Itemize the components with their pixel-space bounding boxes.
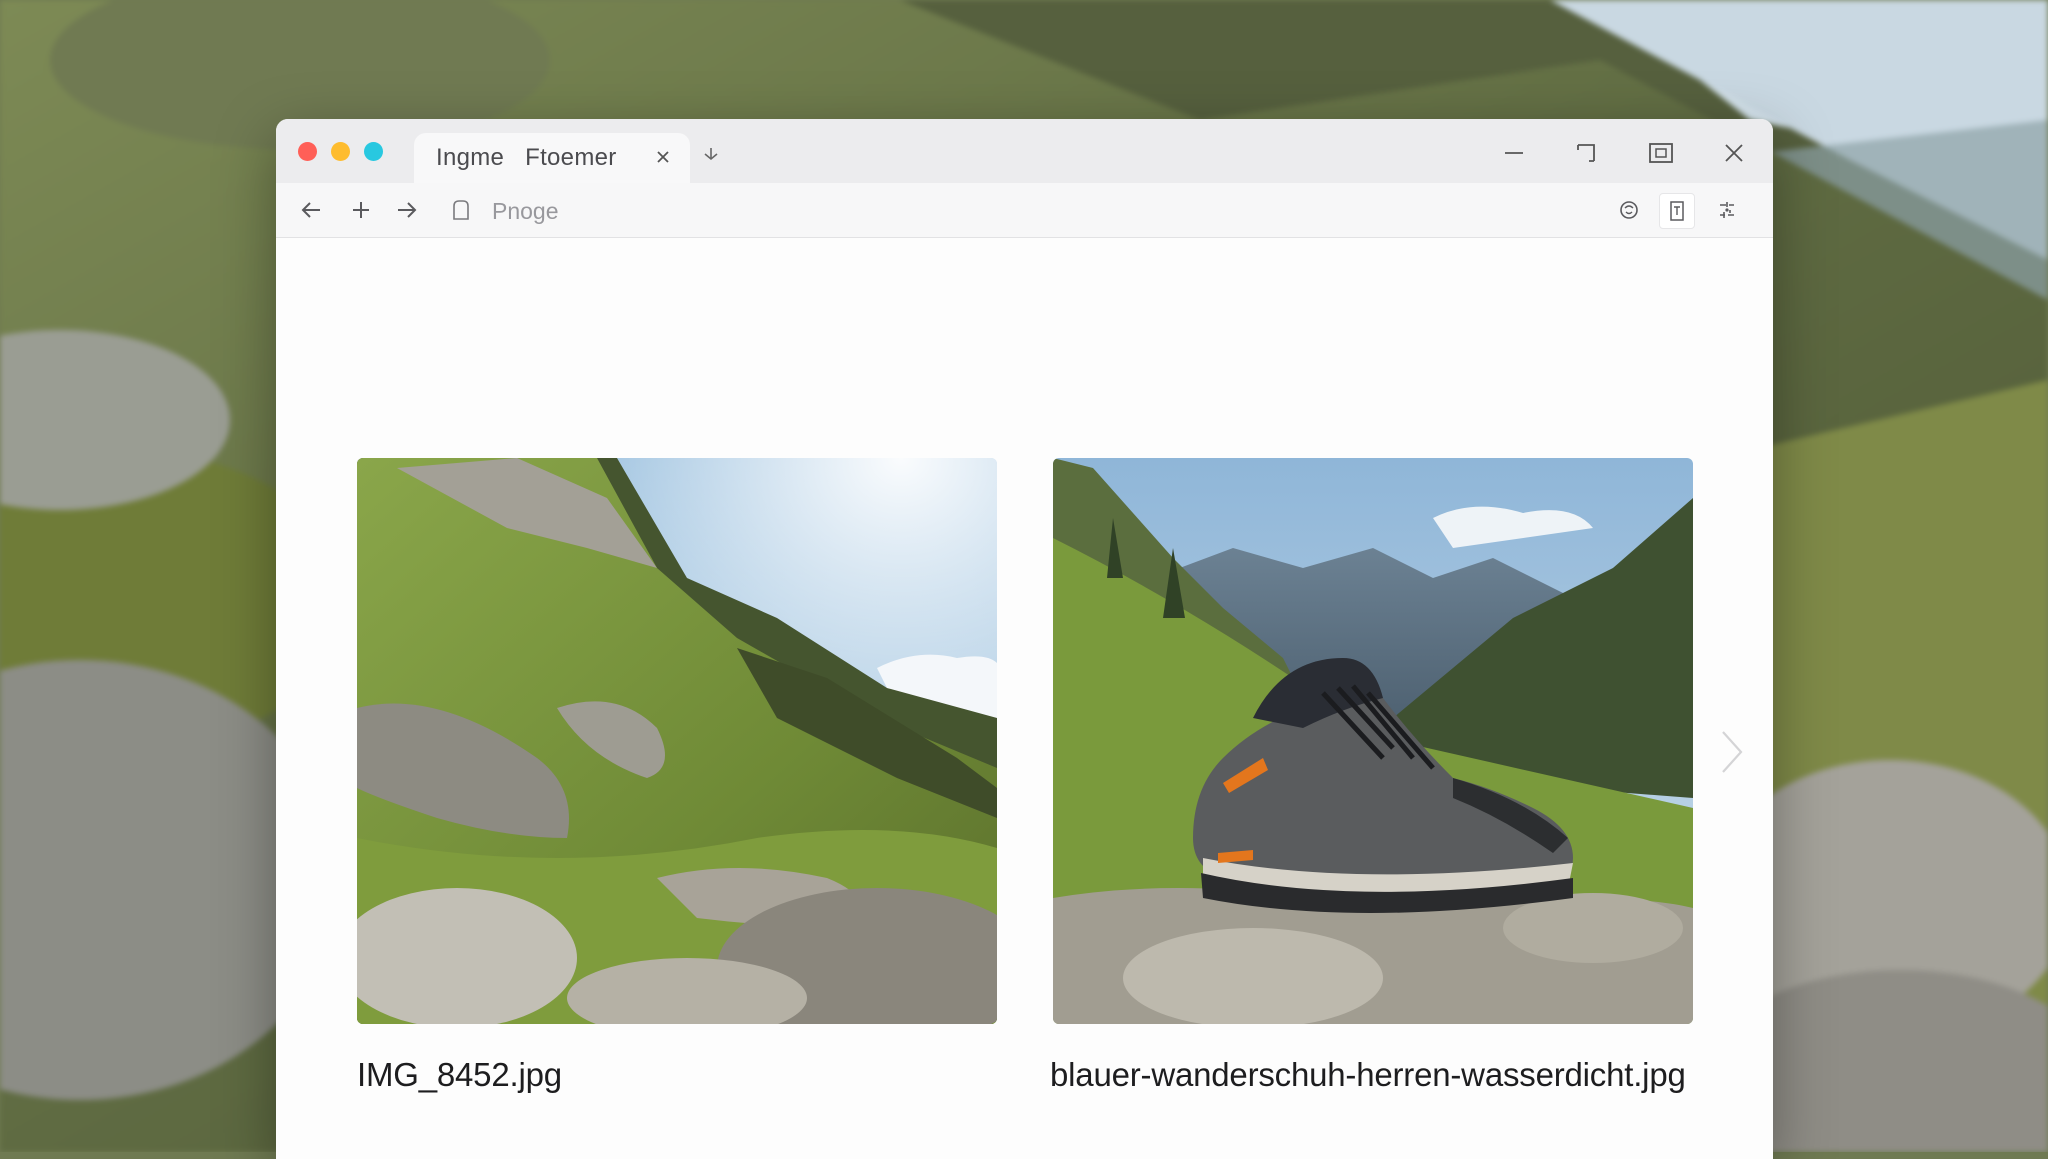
tile-icon[interactable] bbox=[1641, 135, 1681, 171]
navigation-toolbar bbox=[276, 183, 1773, 238]
image-card[interactable]: IMG_8452.jpg bbox=[357, 458, 997, 1094]
extensions-icon[interactable] bbox=[1710, 193, 1744, 227]
mountain-hillside-photo[interactable] bbox=[357, 458, 997, 1024]
plus-icon[interactable] bbox=[344, 193, 378, 227]
close-icon[interactable] bbox=[1714, 135, 1754, 171]
tab-bar: Ingme Ftoemer bbox=[276, 119, 1773, 183]
page-icon bbox=[448, 197, 474, 223]
arrow-right-icon[interactable] bbox=[390, 193, 424, 227]
image-filename: blauer-wanderschuh-herren-wasserdicht.jp… bbox=[1050, 1056, 1686, 1093]
tab-title: Ingme Ftoemer bbox=[436, 144, 617, 171]
zoom-window-dot[interactable] bbox=[364, 142, 383, 161]
traffic-lights bbox=[298, 142, 383, 161]
close-icon[interactable] bbox=[650, 144, 676, 170]
chevron-right-icon[interactable] bbox=[1717, 726, 1747, 778]
browser-window: Ingme Ftoemer Pnoge IMG_8452.jpg blauer-… bbox=[276, 119, 1773, 1159]
image-card[interactable]: blauer-wanderschuh-herren-wasserdicht.jp… bbox=[1050, 458, 1693, 1094]
close-window-dot[interactable] bbox=[298, 142, 317, 161]
down-arrow-icon[interactable] bbox=[701, 145, 721, 171]
arrow-left-icon[interactable] bbox=[294, 193, 328, 227]
hiking-shoe-photo[interactable] bbox=[1053, 458, 1693, 1024]
minimize-icon[interactable] bbox=[1494, 135, 1534, 171]
maximize-icon[interactable] bbox=[1566, 135, 1606, 171]
address-bar-input[interactable] bbox=[490, 193, 1274, 229]
reader-icon[interactable] bbox=[1659, 193, 1695, 229]
page-content: IMG_8452.jpg blauer-wanderschuh-herren-w… bbox=[276, 238, 1773, 1159]
tab-active[interactable]: Ingme Ftoemer bbox=[414, 133, 690, 183]
image-filename: IMG_8452.jpg bbox=[357, 1056, 562, 1093]
shield-icon[interactable] bbox=[1612, 193, 1646, 227]
minimize-window-dot[interactable] bbox=[331, 142, 350, 161]
